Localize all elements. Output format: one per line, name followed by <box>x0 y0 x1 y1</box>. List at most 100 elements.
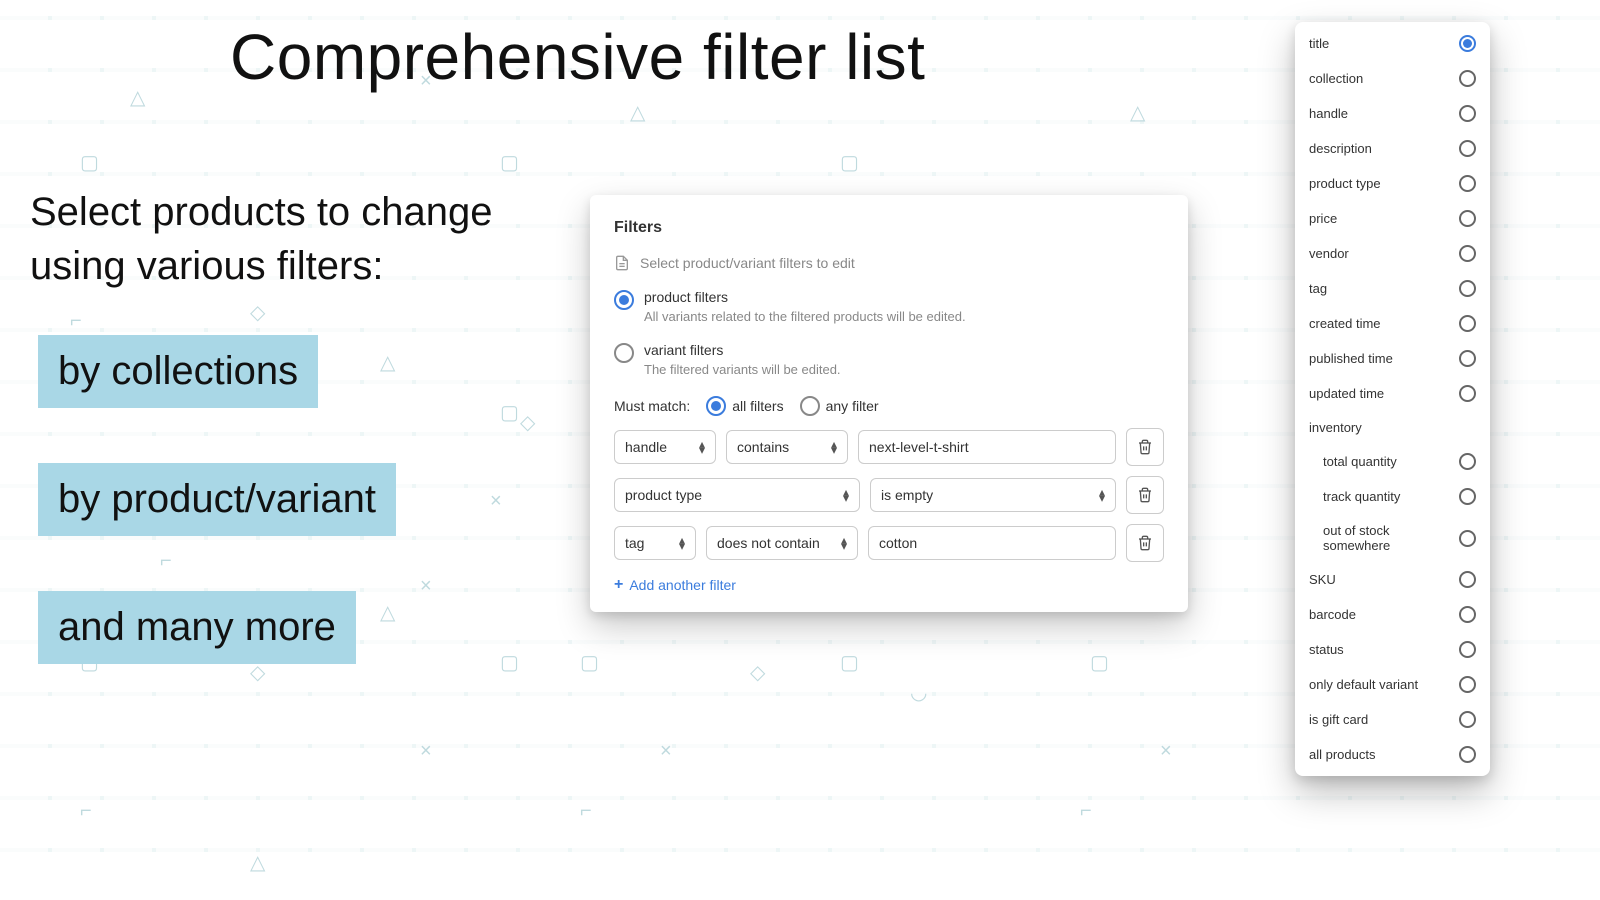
filter-list-item[interactable]: SKU <box>1295 562 1490 597</box>
radio-icon <box>614 290 634 310</box>
filter-list-item[interactable]: tag <box>1295 271 1490 306</box>
radio-label: any filter <box>826 398 879 414</box>
filter-list-item-label: description <box>1309 141 1372 156</box>
chip-collections: by collections <box>38 335 318 408</box>
radio-any-filter[interactable]: any filter <box>800 395 879 416</box>
sort-icon: ▴▾ <box>699 441 705 453</box>
field-select[interactable]: handle ▴▾ <box>614 430 716 464</box>
filter-list-item-label: tag <box>1309 281 1327 296</box>
filter-list-item-label: created time <box>1309 316 1381 331</box>
filter-list-item-label: title <box>1309 36 1329 51</box>
field-select-value: product type <box>625 487 702 503</box>
operator-select[interactable]: contains ▴▾ <box>726 430 848 464</box>
radio-description: The filtered variants will be edited. <box>644 362 841 377</box>
delete-filter-button[interactable] <box>1126 524 1164 562</box>
filter-list-item-label: handle <box>1309 106 1348 121</box>
filter-list-item-label: price <box>1309 211 1337 226</box>
radio-label: all filters <box>732 398 783 414</box>
radio-icon <box>1459 105 1476 122</box>
add-filter-label: Add another filter <box>629 577 736 593</box>
filter-list-item-label: out of stock somewhere <box>1323 523 1459 553</box>
radio-icon <box>1459 70 1476 87</box>
filters-hint-text: Select product/variant filters to edit <box>640 255 855 271</box>
field-select[interactable]: tag ▴▾ <box>614 526 696 560</box>
filter-list-item[interactable]: handle <box>1295 96 1490 131</box>
filter-scope-radio-group: product filters All variants related to … <box>614 289 1164 377</box>
radio-icon <box>1459 210 1476 227</box>
radio-icon <box>1459 35 1476 52</box>
filter-list-item[interactable]: only default variant <box>1295 667 1490 702</box>
radio-icon <box>1459 175 1476 192</box>
filter-list-item[interactable]: collection <box>1295 61 1490 96</box>
subtitle-line-1: Select products to change <box>30 185 493 239</box>
filter-list-item[interactable]: product type <box>1295 166 1490 201</box>
filter-list-item[interactable]: title <box>1295 26 1490 61</box>
operator-select[interactable]: is empty ▴▾ <box>870 478 1116 512</box>
radio-icon <box>1459 453 1476 470</box>
radio-icon <box>614 343 634 363</box>
radio-variant-filters[interactable]: variant filters The filtered variants wi… <box>614 342 1164 377</box>
filters-panel-title: Filters <box>614 219 1164 237</box>
operator-select-value: contains <box>737 439 789 455</box>
filter-list-item-label: collection <box>1309 71 1363 86</box>
value-input[interactable]: cotton <box>868 526 1116 560</box>
filter-list-item-label: published time <box>1309 351 1393 366</box>
operator-select-value: does not contain <box>717 535 820 551</box>
delete-filter-button[interactable] <box>1126 476 1164 514</box>
filter-list-item-label: barcode <box>1309 607 1356 622</box>
filter-list-item[interactable]: all products <box>1295 737 1490 772</box>
radio-icon <box>1459 350 1476 367</box>
filter-list-item-label: vendor <box>1309 246 1349 261</box>
filter-list-header: inventory <box>1295 411 1490 444</box>
delete-filter-button[interactable] <box>1126 428 1164 466</box>
filter-list-item[interactable]: status <box>1295 632 1490 667</box>
radio-all-filters[interactable]: all filters <box>706 395 783 416</box>
sort-icon: ▴▾ <box>831 441 837 453</box>
plus-icon: + <box>614 576 623 594</box>
sort-icon: ▴▾ <box>841 537 847 549</box>
filter-list-item[interactable]: is gift card <box>1295 702 1490 737</box>
radio-icon <box>1459 641 1476 658</box>
sort-icon: ▴▾ <box>679 537 685 549</box>
radio-label: product filters <box>644 289 966 305</box>
chip-many-more: and many more <box>38 591 356 664</box>
radio-icon <box>1459 280 1476 297</box>
radio-icon <box>800 396 820 416</box>
filter-list-item[interactable]: published time <box>1295 341 1490 376</box>
subtitle-line-2: using various filters: <box>30 239 493 293</box>
radio-icon <box>1459 571 1476 588</box>
filter-list-item[interactable]: total quantity <box>1295 444 1490 479</box>
filter-list-item[interactable]: updated time <box>1295 376 1490 411</box>
chip-product-variant: by product/variant <box>38 463 396 536</box>
radio-product-filters[interactable]: product filters All variants related to … <box>614 289 1164 324</box>
filter-list-item[interactable]: track quantity <box>1295 479 1490 514</box>
filter-list-item[interactable]: vendor <box>1295 236 1490 271</box>
filter-field-list: title collection handle description product … <box>1295 22 1490 776</box>
filter-row: tag ▴▾ does not contain ▴▾ cotton <box>614 524 1164 562</box>
filter-list-item[interactable]: description <box>1295 131 1490 166</box>
operator-select[interactable]: does not contain ▴▾ <box>706 526 858 560</box>
field-select[interactable]: product type ▴▾ <box>614 478 860 512</box>
value-input[interactable]: next-level-t-shirt <box>858 430 1116 464</box>
match-label: Must match: <box>614 398 690 414</box>
filter-list-item-label: is gift card <box>1309 712 1368 727</box>
filter-list-item[interactable]: price <box>1295 201 1490 236</box>
radio-icon <box>1459 315 1476 332</box>
filter-list-item-label: only default variant <box>1309 677 1418 692</box>
radio-icon <box>1459 676 1476 693</box>
filter-list-item-label: all products <box>1309 747 1375 762</box>
filter-row: product type ▴▾ is empty ▴▾ <box>614 476 1164 514</box>
sort-icon: ▴▾ <box>1099 489 1105 501</box>
filter-list-item[interactable]: barcode <box>1295 597 1490 632</box>
radio-icon <box>1459 245 1476 262</box>
filter-list-item-label: total quantity <box>1323 454 1397 469</box>
filter-list-item[interactable]: out of stock somewhere <box>1295 514 1490 562</box>
filter-list-item-label: updated time <box>1309 386 1384 401</box>
add-filter-button[interactable]: + Add another filter <box>614 576 1164 594</box>
filter-list-item[interactable]: created time <box>1295 306 1490 341</box>
trash-icon <box>1137 439 1153 455</box>
radio-icon <box>1459 530 1476 547</box>
page-title: Comprehensive filter list <box>230 20 925 94</box>
trash-icon <box>1137 487 1153 503</box>
radio-icon <box>1459 385 1476 402</box>
